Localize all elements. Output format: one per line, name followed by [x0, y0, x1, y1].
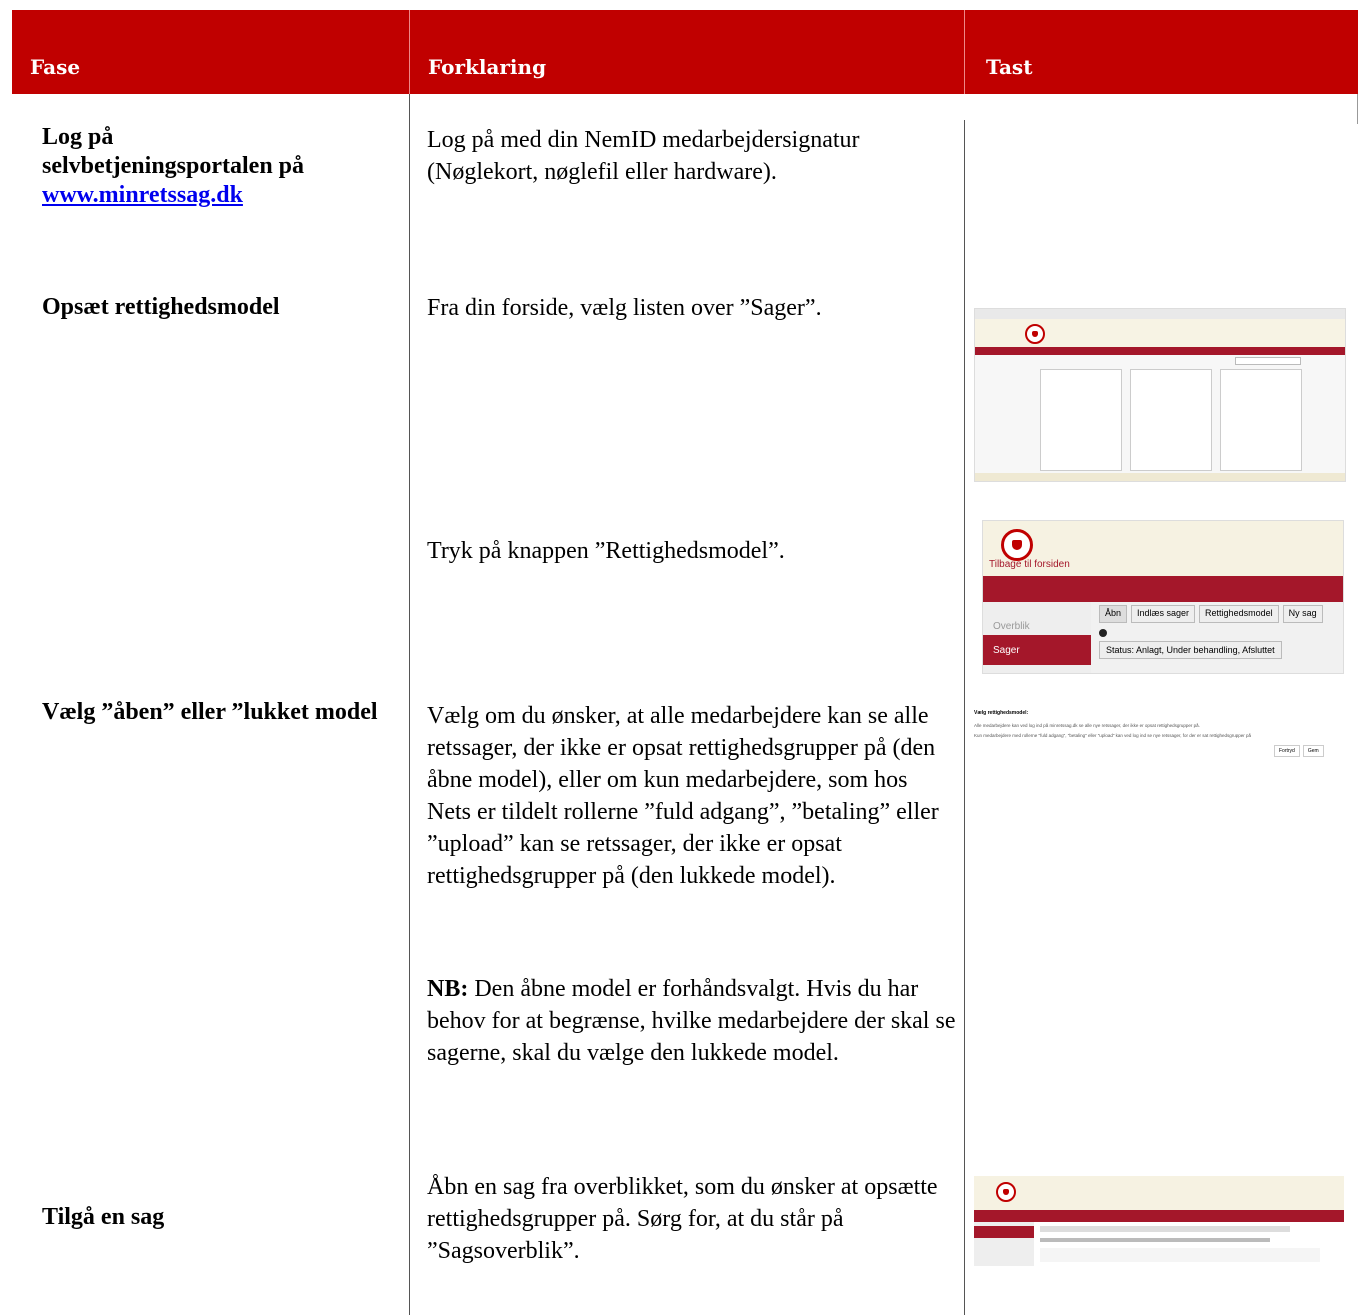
nav-active — [974, 1226, 1034, 1238]
expl-tilgaa: Åbn en sag fra overblikket, som du ønske… — [427, 1174, 938, 1264]
expl-vaelg: Vælg om du ønsker, at alle medarbejdere … — [427, 703, 939, 889]
column-divider — [409, 94, 410, 1315]
rettighedsmodel-button: Rettighedsmodel — [1199, 605, 1279, 623]
crown-logo-icon — [1001, 529, 1033, 561]
header-tast: Tast — [986, 55, 1033, 79]
indlaes-button: Indlæs sager — [1131, 605, 1196, 623]
red-band — [975, 347, 1345, 355]
expl-sager: Fra din forside, vælg listen over ”Sager… — [427, 295, 822, 321]
fase-tilgaa: Tilgå en sag — [42, 1204, 165, 1230]
sager-panel — [1040, 369, 1122, 471]
expl-login: Log på med din NemID medarbejdersignatur… — [427, 127, 860, 185]
toolbar: Åbn Indlæs sager Rettighedsmodel Ny sag — [1099, 605, 1323, 623]
model-option-open: Alle medarbejdere kan ved log ind på min… — [974, 723, 1200, 728]
fase-opsaet: Opsæt rettighedsmodel — [42, 294, 280, 320]
nb-text: Den åbne model er forhåndsvalgt. Hvis du… — [427, 976, 956, 1066]
expl-nb: NB: Den åbne model er forhåndsvalgt. Hvi… — [427, 973, 957, 1069]
header-divider — [964, 10, 965, 94]
ny-sag-button: Ny sag — [1282, 605, 1323, 623]
crown-logo-icon — [996, 1182, 1016, 1202]
search-box — [1235, 357, 1301, 365]
fortryd-button: Fortryd — [1274, 745, 1300, 757]
column-divider — [964, 120, 965, 1315]
toolbar — [1040, 1226, 1290, 1232]
header-forklaring: Forklaring — [428, 55, 547, 79]
red-band — [974, 1210, 1344, 1222]
status-filter: Status: Anlagt, Under behandling, Afslut… — [1099, 641, 1282, 659]
back-link: Tilbage til forsiden — [989, 559, 1070, 570]
nav-overblik: Overblik — [993, 621, 1030, 632]
minretssag-link[interactable]: www.minretssag.dk — [42, 182, 243, 208]
fase-vaelg: Vælg ”åben” eller ”lukket model — [42, 699, 378, 725]
case-title — [1040, 1238, 1270, 1242]
abn-button: Åbn — [1099, 605, 1128, 623]
model-chooser-screenshot: Vælg rettighedsmodel: Alle medarbejdere … — [974, 705, 1344, 765]
header-divider — [409, 10, 410, 94]
nav-sager: Sager — [993, 645, 1020, 656]
model-option-closed: Kun medarbejdere med rollerne "fuld adga… — [974, 733, 1252, 738]
model-title: Vælg rettighedsmodel: — [974, 710, 1029, 716]
red-band — [983, 576, 1343, 602]
dashboard-screenshot — [974, 308, 1346, 482]
beskeder-panel — [1220, 369, 1302, 471]
frister-panel — [1130, 369, 1212, 471]
help-icon — [1099, 629, 1107, 637]
nb-label: NB: — [427, 976, 469, 1002]
portal-footer — [975, 473, 1345, 481]
model-buttons: Fortryd Gem — [1274, 745, 1324, 757]
case-details — [1040, 1248, 1320, 1262]
gem-button: Gem — [1302, 745, 1324, 757]
header-fase: Fase — [30, 55, 81, 79]
rettighedsmodel-screenshot: Tilbage til forsiden Overblik Sager Åbn … — [982, 520, 1344, 674]
portal-header — [974, 1176, 1344, 1210]
fase-login: Log på selvbetjeningsportalen på www.min… — [42, 124, 305, 208]
column-divider — [1357, 94, 1358, 124]
crown-logo-icon — [1025, 324, 1045, 344]
table-header: Fase Forklaring Tast — [12, 10, 1358, 94]
sagsoverblik-screenshot — [974, 1176, 1344, 1266]
expl-rettighedsmodel: Tryk på knappen ”Rettighedsmodel”. — [427, 538, 785, 564]
